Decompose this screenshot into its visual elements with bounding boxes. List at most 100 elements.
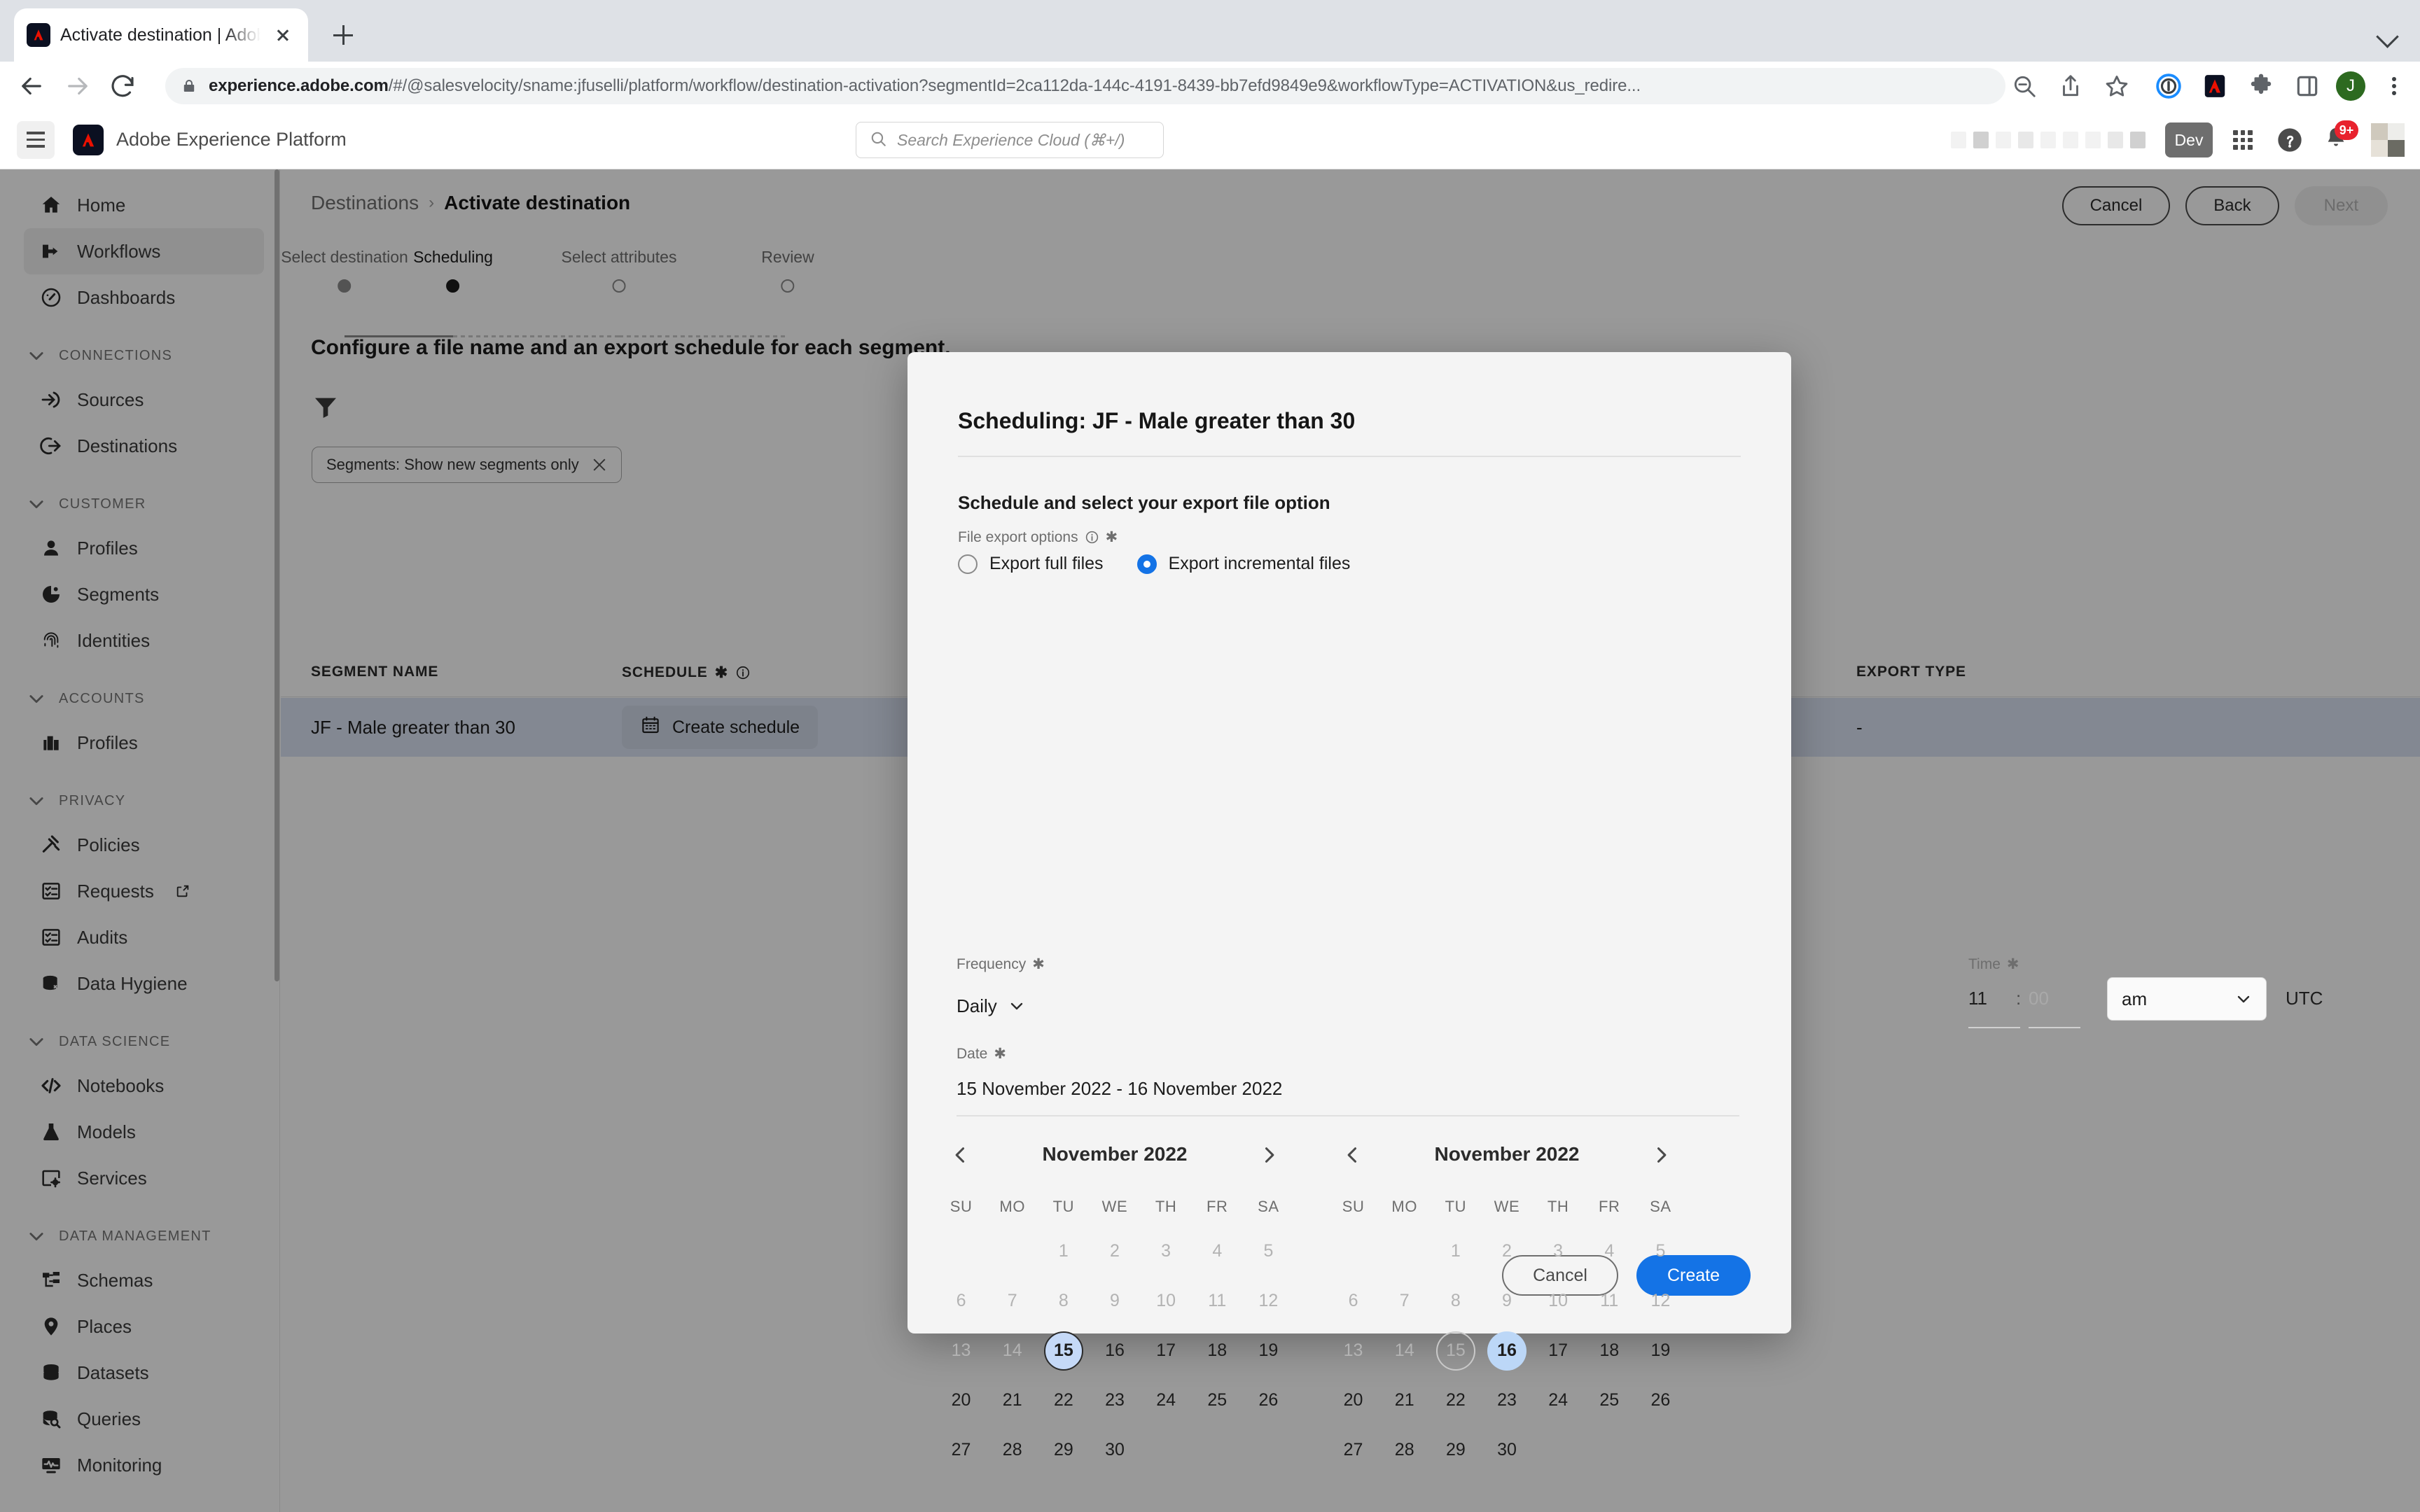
info-icon[interactable] xyxy=(735,665,751,680)
calendar-day[interactable]: 30 xyxy=(1481,1425,1532,1475)
browser-profile-avatar[interactable]: J xyxy=(2336,71,2365,101)
sidebar-toggle-icon[interactable] xyxy=(2294,73,2321,99)
date-range-value[interactable]: 15 November 2022 - 16 November 2022 xyxy=(957,1078,1282,1100)
filter-chip-segments[interactable]: Segments: Show new segments only xyxy=(312,447,622,483)
calendar-day[interactable]: 16 xyxy=(1089,1326,1140,1376)
sidebar-item-sources[interactable]: Sources xyxy=(24,377,264,423)
sidebar-group-customer[interactable]: CUSTOMER xyxy=(27,484,279,524)
filter-icon[interactable] xyxy=(312,393,340,421)
calendar-prev-icon[interactable] xyxy=(1337,1140,1368,1170)
zoom-out-icon[interactable] xyxy=(2011,73,2038,99)
calendar-next-icon[interactable] xyxy=(1253,1140,1284,1170)
calendar-day[interactable]: 19 xyxy=(1243,1326,1294,1376)
back-button[interactable] xyxy=(17,71,46,101)
sidebar-item-home[interactable]: Home xyxy=(24,182,264,228)
radio-export-incremental-files[interactable]: Export incremental files xyxy=(1136,554,1350,574)
calendar-day[interactable]: 21 xyxy=(1379,1376,1430,1425)
global-search-input[interactable]: Search Experience Cloud (⌘+/) xyxy=(856,122,1164,158)
calendar-day[interactable]: 21 xyxy=(987,1376,1038,1425)
help-icon[interactable] xyxy=(2276,126,2304,154)
breadcrumb-destinations[interactable]: Destinations xyxy=(311,192,419,214)
environment-chip[interactable]: Dev xyxy=(2165,122,2213,158)
tab-close-icon[interactable] xyxy=(270,22,295,48)
sidebar-item-schemas[interactable]: Schemas xyxy=(24,1257,264,1303)
sidebar-item-data-hygiene[interactable]: Data Hygiene xyxy=(24,960,264,1007)
chevron-down-icon[interactable] xyxy=(2372,18,2403,49)
calendar-day[interactable]: 18 xyxy=(1584,1326,1635,1376)
calendar-day[interactable]: 26 xyxy=(1635,1376,1686,1425)
sidebar-item-audits[interactable]: Audits xyxy=(24,914,264,960)
sidebar-group-data-science[interactable]: DATA SCIENCE xyxy=(27,1022,279,1061)
calendar-day[interactable]: 29 xyxy=(1038,1425,1089,1475)
sidebar-item-monitoring[interactable]: Monitoring xyxy=(24,1442,264,1488)
sidebar-item-models[interactable]: Models xyxy=(24,1109,264,1155)
calendar-day[interactable]: 20 xyxy=(1328,1376,1379,1425)
calendar-day[interactable]: 25 xyxy=(1584,1376,1635,1425)
bookmark-star-icon[interactable] xyxy=(2103,73,2130,99)
sidebar-item-requests[interactable]: Requests xyxy=(24,868,264,914)
sidebar-group-connections[interactable]: CONNECTIONS xyxy=(27,336,279,375)
step-review[interactable]: Review xyxy=(761,248,814,293)
sidebar-item-queries[interactable]: Queries xyxy=(24,1396,264,1442)
calendar-prev-icon[interactable] xyxy=(945,1140,976,1170)
time-minutes-input[interactable]: 00 xyxy=(2029,988,2080,1028)
calendar-day[interactable]: 27 xyxy=(1328,1425,1379,1475)
ampm-select[interactable]: am xyxy=(2107,977,2267,1021)
sidebar-item-dashboards[interactable]: Dashboards xyxy=(24,274,264,321)
calendar-day[interactable]: 17 xyxy=(1141,1326,1192,1376)
time-hours-input[interactable]: 11 xyxy=(1968,988,2020,1028)
calendar-day[interactable]: 19 xyxy=(1635,1326,1686,1376)
sidebar-item-segments[interactable]: Segments xyxy=(24,571,264,617)
forward-button[interactable] xyxy=(63,71,92,101)
reload-button[interactable] xyxy=(108,71,137,101)
back-button[interactable]: Back xyxy=(2185,186,2279,225)
sidebar-item-profiles-accounts[interactable]: Profiles xyxy=(24,720,264,766)
close-icon[interactable] xyxy=(592,457,607,472)
calendar-next-icon[interactable] xyxy=(1646,1140,1676,1170)
calendar-day[interactable]: 26 xyxy=(1243,1376,1294,1425)
step-select-attributes[interactable]: Select attributes xyxy=(562,248,676,293)
calendar-day[interactable]: 16 xyxy=(1481,1326,1532,1376)
sidebar-item-destinations[interactable]: Destinations xyxy=(24,423,264,469)
adobe-extension-icon[interactable] xyxy=(2202,73,2228,99)
sidebar-item-policies[interactable]: Policies xyxy=(24,822,264,868)
calendar-day[interactable]: 23 xyxy=(1089,1376,1140,1425)
sidebar-item-notebooks[interactable]: Notebooks xyxy=(24,1063,264,1109)
sidebar-group-data-management[interactable]: DATA MANAGEMENT xyxy=(27,1217,279,1256)
notifications-button[interactable]: 9+ xyxy=(2322,120,2358,155)
calendar-day[interactable]: 28 xyxy=(1379,1425,1430,1475)
create-schedule-button[interactable]: Create schedule xyxy=(622,706,819,749)
address-bar[interactable]: experience.adobe.com/#/@salesvelocity/sn… xyxy=(165,68,2005,104)
calendar-day[interactable]: 20 xyxy=(936,1376,987,1425)
calendar-day[interactable]: 17 xyxy=(1533,1326,1584,1376)
calendar-day[interactable]: 27 xyxy=(936,1425,987,1475)
calendar-day[interactable]: 29 xyxy=(1430,1425,1481,1475)
frequency-select[interactable]: Daily xyxy=(957,988,1025,1024)
calendar-day[interactable]: 25 xyxy=(1192,1376,1243,1425)
user-avatar[interactable] xyxy=(2371,123,2405,157)
calendar-day[interactable]: 22 xyxy=(1038,1376,1089,1425)
browser-menu-icon[interactable] xyxy=(2384,71,2405,101)
share-icon[interactable] xyxy=(2057,73,2084,99)
calendar-day[interactable]: 24 xyxy=(1141,1376,1192,1425)
sidebar-item-services[interactable]: Services xyxy=(24,1155,264,1201)
calendar-day[interactable]: 30 xyxy=(1089,1425,1140,1475)
calendar-day[interactable]: 28 xyxy=(987,1425,1038,1475)
dialog-create-button[interactable]: Create xyxy=(1636,1255,1751,1296)
sidebar-item-profiles-customer[interactable]: Profiles xyxy=(24,525,264,571)
sidebar-group-privacy[interactable]: PRIVACY xyxy=(27,781,279,820)
sidebar-scrollbar[interactable] xyxy=(274,169,279,981)
step-select-destination[interactable]: Select destination xyxy=(281,248,408,293)
cancel-button[interactable]: Cancel xyxy=(2061,186,2171,225)
sidebar-group-decision-management[interactable]: DECISION MANAGEMENT xyxy=(27,1504,279,1512)
radio-export-full-files[interactable]: Export full files xyxy=(958,554,1104,574)
brand-logo-link[interactable]: Adobe Experience Platform xyxy=(73,124,347,155)
sidebar-group-accounts[interactable]: ACCOUNTS xyxy=(27,679,279,718)
new-tab-button[interactable] xyxy=(326,18,360,52)
sidebar-item-datasets[interactable]: Datasets xyxy=(24,1350,264,1396)
sidebar-item-workflows[interactable]: Workflows xyxy=(24,228,264,274)
sidebar-item-identities[interactable]: Identities xyxy=(24,617,264,664)
calendar-day[interactable]: 15 xyxy=(1038,1326,1089,1376)
app-switcher-icon[interactable] xyxy=(2228,125,2258,155)
sidebar-item-places[interactable]: Places xyxy=(24,1303,264,1350)
